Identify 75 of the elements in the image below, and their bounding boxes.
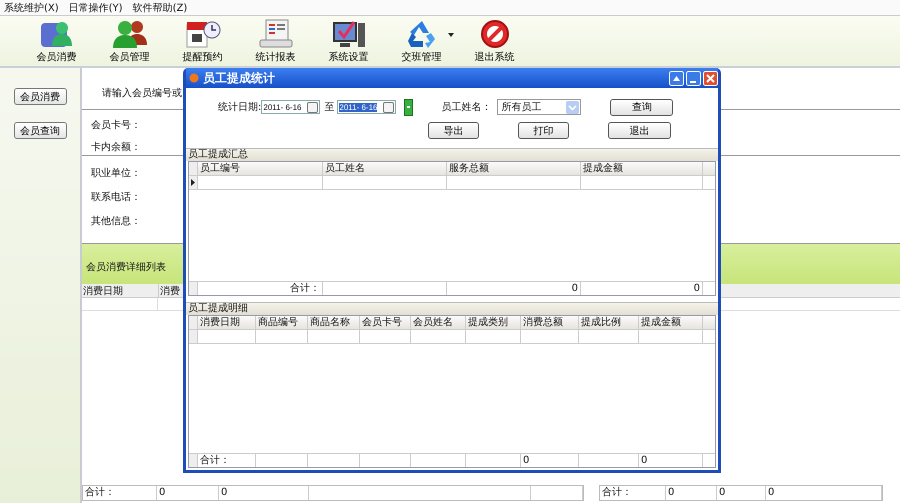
section-title: 员工提成汇总 [188, 149, 248, 160]
row-header-cell[interactable] [189, 176, 198, 189]
close-button[interactable] [703, 70, 718, 86]
dropdown-button[interactable] [383, 102, 394, 112]
search-prompt: 请输入会员编号或 [102, 86, 182, 100]
field-label: 其他信息： [91, 214, 141, 228]
column-header: 会员姓名 [411, 316, 466, 329]
dialog-button[interactable]: 退出 [608, 122, 671, 139]
total-cell: 0 [766, 486, 882, 500]
dropdown-button[interactable] [307, 102, 318, 112]
field-label: 会员卡号： [91, 118, 141, 132]
sidebar-button[interactable]: 会员查询 [14, 122, 66, 139]
sidebar-button[interactable]: 会员消费 [14, 88, 66, 105]
column-header: 员工编号 [198, 162, 323, 175]
toolbar-button[interactable]: 提醒预约 [166, 18, 239, 64]
column-header: 消费日期 [198, 316, 256, 329]
field-label: 卡内余额： [91, 140, 141, 154]
date-field[interactable]: 2011- 6-16 [261, 100, 320, 114]
minimize-button[interactable] [686, 70, 701, 86]
field-label: 联系电话： [91, 190, 141, 204]
menu-item[interactable]: 软件帮助(Z) [132, 0, 188, 14]
menu-item[interactable]: 日常操作(Y) [68, 0, 123, 14]
field-label: 职业单位： [91, 166, 141, 180]
query-button[interactable]: 查询 [610, 98, 674, 116]
no-entry-icon [478, 18, 510, 48]
staff-dropdown[interactable]: 所有员工 [497, 99, 582, 115]
chevron-down-icon [566, 100, 580, 114]
monitor-check-icon [330, 18, 366, 48]
total-cell: 合计： [600, 486, 666, 500]
column-header: 员工姓名 [323, 162, 447, 175]
total-cell: 0 [666, 486, 717, 500]
staff-label: 员工姓名： [441, 101, 492, 114]
row-pointer-icon [191, 179, 195, 186]
total-cell: 0 [447, 282, 581, 295]
window-title: 员工提成统计 [203, 70, 275, 86]
row-header-cell[interactable] [189, 330, 198, 343]
column-header: 消费总额 [521, 316, 579, 329]
column-header: 服务总额 [447, 162, 581, 175]
total-cell: 0 [157, 486, 219, 500]
date-separator: 至 [324, 101, 334, 114]
total-cell: 合计： [198, 454, 256, 467]
toolbar-button[interactable]: 会员管理 [93, 18, 166, 64]
list-title: 会员消费详细列表 [86, 260, 166, 274]
people-icon [112, 18, 148, 48]
column-header: 提成类别 [466, 316, 521, 329]
toolbar-button[interactable]: 退出系统 [458, 18, 531, 64]
column-header: 提成金额 [581, 162, 703, 175]
restore-button[interactable] [669, 70, 684, 86]
dialog-button[interactable]: 打印 [518, 122, 569, 139]
spinner-button[interactable] [404, 98, 414, 116]
column-header: 会员卡号 [360, 316, 411, 329]
toolbar-button[interactable]: 系统设置 [312, 18, 385, 64]
dialog-button[interactable]: 导出 [428, 122, 479, 139]
column-header: 商品编号 [256, 316, 308, 329]
menu-item[interactable]: 系统维护(X) [4, 0, 59, 14]
total-cell: 0 [521, 454, 579, 467]
total-cell: 合计： [83, 486, 157, 500]
toolbar-button[interactable]: 交班管理 [385, 18, 458, 64]
total-cell: 0 [639, 454, 703, 467]
toolbar-button[interactable]: 会员消费 [20, 18, 93, 64]
report-icon [258, 18, 294, 48]
calendar-clock-icon [184, 18, 220, 48]
column-header: 消费日期 [82, 284, 159, 297]
total-cell: 0 [219, 486, 309, 500]
section-title: 员工提成明细 [188, 303, 248, 314]
column-header: 提成金额 [639, 316, 703, 329]
total-cell: 0 [717, 486, 766, 500]
column-header: 商品名称 [308, 316, 360, 329]
total-cell: 合计： [198, 282, 323, 295]
toolbar-button[interactable]: 统计报表 [239, 18, 312, 64]
date-label: 统计日期: [218, 100, 262, 114]
total-cell: 0 [581, 282, 703, 295]
app-icon [189, 73, 199, 83]
column-header: 提成比例 [579, 316, 639, 329]
date-field[interactable]: 2011- 6-16 [337, 100, 396, 114]
